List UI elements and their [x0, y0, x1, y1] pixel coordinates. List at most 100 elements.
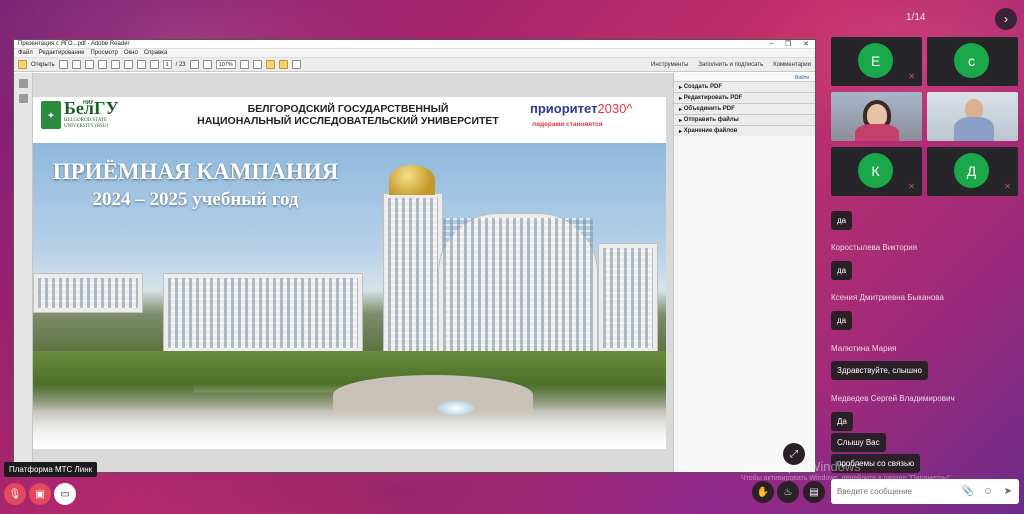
chat-composer: 📎 ☺ ➤ [831, 479, 1019, 504]
page-total: / 23 [175, 61, 186, 68]
layout-button[interactable]: ▤ [803, 481, 825, 503]
screen-share-button[interactable]: ▭ [54, 483, 76, 505]
toolbar: Открыть 1 / 23 107% Инструменты Заполнит… [14, 58, 815, 72]
prev-page-icon[interactable] [136, 60, 146, 69]
folder-icon[interactable] [18, 60, 27, 69]
comments-tab[interactable]: Комментарии [773, 62, 811, 68]
reaction-icon: ♨ [783, 486, 793, 498]
campus-photo: ПРИЁМНАЯ КАМПАНИЯ 2024 – 2025 учебный го… [33, 143, 666, 449]
print-icon[interactable] [110, 60, 120, 69]
avatar: Е [858, 43, 893, 78]
camera-toggle-button[interactable]: ▣ [29, 483, 51, 505]
logo-subtitle: BELGOROD STATE UNIVERSITY (BSU) [64, 118, 108, 130]
participant-face [965, 99, 983, 119]
tower [383, 193, 443, 363]
main-building [438, 213, 598, 363]
avatar: К [858, 153, 893, 188]
send-icon[interactable]: ➤ [1001, 485, 1015, 499]
sign-icon[interactable] [278, 60, 288, 69]
panel-create-pdf[interactable]: ▸ Создать PDF [674, 81, 815, 92]
building-wing [163, 273, 363, 353]
fill-sign-tab[interactable]: Заполнить и подписать [698, 62, 763, 68]
page-number-input[interactable]: 1 [162, 60, 172, 69]
fullscreen-icon[interactable] [252, 60, 262, 69]
chat-message: да [831, 211, 853, 230]
screen-icon: ▭ [60, 488, 70, 500]
mail-icon[interactable] [123, 60, 133, 69]
participant-body [954, 117, 994, 141]
building-left [33, 273, 143, 313]
zoom-input[interactable]: 107% [215, 60, 236, 69]
save-icon[interactable] [84, 60, 94, 69]
photo-fade [33, 409, 666, 449]
menu-item-window[interactable]: Окно [124, 50, 138, 56]
building-right [598, 243, 658, 353]
menu-bar: Файл Редактирование Просмотр Окно Справк… [14, 49, 815, 58]
expand-icon: ⤢ [790, 448, 798, 460]
document-area: ✦ НИУ БелГУ BELGOROD STATE UNIVERSITY (B… [14, 73, 815, 472]
tools-tab[interactable]: Инструменты [651, 62, 688, 68]
participant-tile[interactable]: Д ✕ [927, 147, 1018, 196]
menu-item-help[interactable]: Справка [144, 50, 168, 56]
fit-page-icon[interactable] [239, 60, 249, 69]
comment-icon[interactable] [265, 60, 275, 69]
golden-dome [389, 165, 435, 195]
mic-off-icon: ✕ [908, 182, 915, 191]
panel-send-files-label: Отправить файлы [683, 117, 739, 123]
attach-icon[interactable]: 📎 [961, 485, 975, 499]
edit-pdf-icon[interactable] [71, 60, 81, 69]
next-page-icon[interactable] [149, 60, 159, 69]
participant-tile[interactable]: Е ✕ [831, 37, 922, 86]
participant-tile[interactable]: с [927, 37, 1018, 86]
menu-item-edit[interactable]: Редактирование [39, 50, 85, 56]
slide-title: ПРИЁМНАЯ КАМПАНИЯ [52, 159, 339, 184]
chat-input[interactable] [837, 487, 955, 496]
panel-combine-pdf[interactable]: ▸ Объединить PDF [674, 103, 815, 114]
panel-send-files[interactable]: ▸ Отправить файлы [674, 114, 815, 125]
expand-presentation-button[interactable]: ⤢ [783, 443, 805, 465]
signin-link[interactable]: Войти [674, 73, 815, 81]
panel-store-files[interactable]: ▸ Хранение файлов [674, 125, 815, 136]
chat-author: Ксения Дмитриевна Быканова [831, 293, 944, 302]
expand-icon[interactable] [291, 60, 301, 69]
logo-name: БелГУ [64, 98, 119, 118]
chat-author: Коростылева Виктория [831, 243, 918, 252]
next-page-button[interactable]: › [995, 8, 1017, 30]
university-line2: НАЦИОНАЛЬНЫЙ ИССЛЕДОВАТЕЛЬСКИЙ УНИВЕРСИТ… [197, 115, 499, 127]
panel-edit-pdf-label: Редактировать PDF [683, 95, 743, 101]
page-counter: 1/14 [906, 12, 926, 23]
mic-off-icon: ✕ [1004, 182, 1011, 191]
panel-store-files-label: Хранение файлов [683, 128, 738, 134]
mic-toggle-button[interactable]: 🎙 [4, 483, 26, 505]
close-icon[interactable]: ✕ [803, 40, 809, 48]
camera-off-icon: ▣ [35, 488, 45, 500]
slide-subtitle: 2024 – 2025 учебный год [92, 189, 299, 210]
participant-tile[interactable]: К ✕ [831, 147, 922, 196]
priority-number: 2030 [597, 101, 627, 116]
minimize-icon[interactable]: – [769, 40, 773, 48]
university-line1: БЕЛГОРОДСКИЙ ГОСУДАРСТВЕННЫЙ [247, 103, 449, 115]
cloud-icon[interactable] [97, 60, 107, 69]
participant-video-tile[interactable] [831, 92, 922, 141]
raise-hand-button[interactable]: ✋ [752, 481, 774, 503]
panel-combine-pdf-label: Объединить PDF [683, 106, 735, 112]
priority-mark: ^ [626, 101, 633, 116]
open-button[interactable]: Открыть [31, 62, 55, 68]
attachments-icon[interactable] [18, 94, 28, 103]
chat-message: Слышу Вас [831, 433, 886, 452]
create-pdf-icon[interactable] [58, 60, 68, 69]
panel-edit-pdf[interactable]: ▸ Редактировать PDF [674, 92, 815, 103]
emoji-icon[interactable]: ☺ [981, 485, 995, 499]
participant-video-tile[interactable] [927, 92, 1018, 141]
maximize-icon[interactable]: ❐ [785, 40, 791, 48]
zoom-out-icon[interactable] [189, 60, 199, 69]
bsu-logo-icon: ✦ [41, 101, 61, 129]
participant-face [867, 104, 887, 126]
reaction-button[interactable]: ♨ [777, 481, 799, 503]
menu-item-file[interactable]: Файл [18, 50, 33, 56]
zoom-in-icon[interactable] [202, 60, 212, 69]
menu-item-view[interactable]: Просмотр [90, 50, 117, 56]
hand-icon: ✋ [756, 486, 770, 498]
pages-panel-icon[interactable] [18, 79, 28, 88]
chat-author: Медведев Сергей Владимирович [831, 394, 955, 403]
